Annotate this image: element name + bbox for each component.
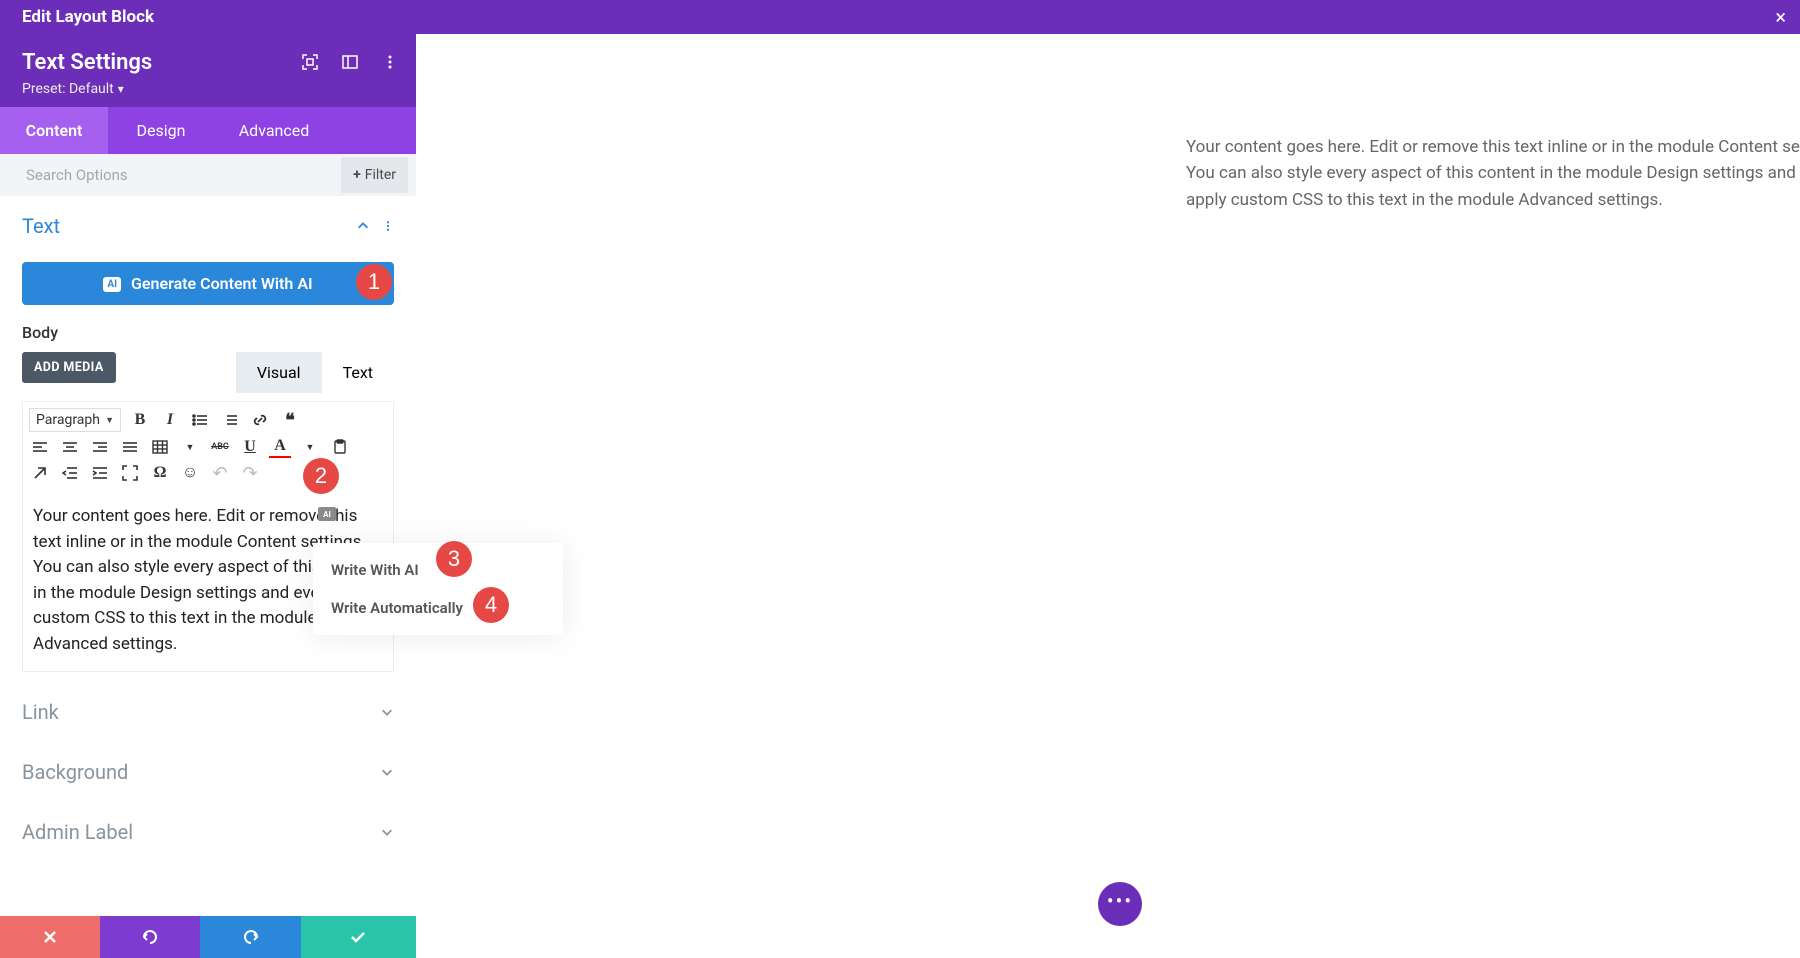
- save-button[interactable]: [301, 916, 416, 958]
- text-color-button[interactable]: A: [269, 436, 291, 458]
- emoji-button[interactable]: ☺: [179, 462, 201, 484]
- section-background-toggle[interactable]: Background: [0, 742, 416, 802]
- section-admin-label-toggle[interactable]: Admin Label: [0, 802, 416, 862]
- link-button[interactable]: [249, 409, 271, 431]
- bullet-list-button[interactable]: [189, 409, 211, 431]
- settings-header: Text Settings Preset: Default: [0, 34, 416, 107]
- page-fab[interactable]: •••: [1098, 882, 1142, 926]
- align-justify-button[interactable]: [119, 436, 141, 458]
- text-color-dropdown-icon[interactable]: ▼: [299, 436, 321, 458]
- live-preview: Your content goes here. Edit or remove t…: [416, 34, 1800, 958]
- bold-button[interactable]: B: [129, 409, 151, 431]
- annotation-badge-1: 1: [356, 264, 392, 300]
- align-left-button[interactable]: [29, 436, 51, 458]
- kebab-icon[interactable]: [382, 219, 394, 233]
- tab-bar: Content Design Advanced: [0, 107, 416, 154]
- table-dropdown-icon[interactable]: ▼: [179, 436, 201, 458]
- body-label: Body: [0, 323, 416, 352]
- preset-dropdown[interactable]: Preset: Default: [22, 81, 124, 97]
- italic-button[interactable]: I: [159, 409, 181, 431]
- generate-ai-button[interactable]: AI Generate Content With AI: [22, 262, 394, 305]
- modal-title: Edit Layout Block: [22, 7, 154, 27]
- annotation-badge-3: 3: [436, 541, 472, 577]
- section-link-label: Link: [22, 700, 59, 724]
- generate-ai-label: Generate Content With AI: [131, 274, 313, 293]
- kebab-icon[interactable]: [382, 54, 398, 70]
- clear-format-button[interactable]: [29, 462, 51, 484]
- align-right-button[interactable]: [89, 436, 111, 458]
- preset-label: Preset: Default: [22, 81, 114, 97]
- outdent-button[interactable]: [59, 462, 81, 484]
- modal-header: Edit Layout Block ×: [0, 0, 1800, 34]
- discard-button[interactable]: [0, 916, 100, 958]
- annotation-badge-2: 2: [303, 458, 339, 494]
- settings-sidebar: Text Settings Preset: Default Content De…: [0, 34, 416, 958]
- close-icon[interactable]: ×: [1775, 7, 1786, 27]
- tab-content[interactable]: Content: [0, 107, 108, 154]
- search-options-input[interactable]: Search Options: [0, 154, 341, 196]
- align-center-button[interactable]: [59, 436, 81, 458]
- redo-button[interactable]: ↷: [239, 462, 261, 484]
- table-button[interactable]: [149, 436, 171, 458]
- chevron-down-icon: [380, 825, 394, 839]
- section-text-toggle[interactable]: Text: [0, 196, 416, 256]
- ai-badge-icon: AI: [103, 277, 121, 292]
- undo-button[interactable]: ↶: [209, 462, 231, 484]
- section-link-toggle[interactable]: Link: [0, 682, 416, 742]
- section-background-label: Background: [22, 760, 128, 784]
- write-automatically-item[interactable]: Write Automatically: [313, 589, 563, 627]
- filter-label: Filter: [365, 167, 396, 183]
- numbered-list-button[interactable]: [219, 409, 241, 431]
- paste-button[interactable]: [329, 436, 351, 458]
- editor-tab-visual[interactable]: Visual: [236, 352, 322, 393]
- inline-ai-icon[interactable]: AI: [318, 507, 336, 521]
- editor-tab-text[interactable]: Text: [322, 352, 394, 393]
- filter-button[interactable]: + Filter: [341, 157, 408, 193]
- columns-icon[interactable]: [342, 54, 358, 70]
- fullscreen-button[interactable]: [119, 462, 141, 484]
- annotation-badge-4: 4: [473, 587, 509, 623]
- paragraph-dropdown[interactable]: Paragraph: [29, 408, 121, 432]
- preview-body-text: Your content goes here. Edit or remove t…: [1186, 134, 1800, 213]
- strikethrough-button[interactable]: ABC: [209, 436, 231, 458]
- tab-design[interactable]: Design: [108, 107, 214, 154]
- search-filter-row: Search Options + Filter: [0, 154, 416, 196]
- chevron-down-icon: [380, 705, 394, 719]
- underline-button[interactable]: U: [239, 436, 261, 458]
- special-char-button[interactable]: Ω: [149, 462, 171, 484]
- add-media-button[interactable]: ADD MEDIA: [22, 352, 116, 383]
- section-admin-label-label: Admin Label: [22, 820, 133, 844]
- redo-footer-button[interactable]: [200, 916, 300, 958]
- quote-button[interactable]: ❝: [279, 409, 301, 431]
- footer-actions: [0, 916, 416, 958]
- focus-icon[interactable]: [302, 54, 318, 70]
- tab-advanced[interactable]: Advanced: [214, 107, 334, 154]
- undo-footer-button[interactable]: [100, 916, 200, 958]
- section-text-label: Text: [22, 214, 60, 238]
- chevron-down-icon: [380, 765, 394, 779]
- indent-button[interactable]: [89, 462, 111, 484]
- chevron-up-icon: [356, 219, 370, 233]
